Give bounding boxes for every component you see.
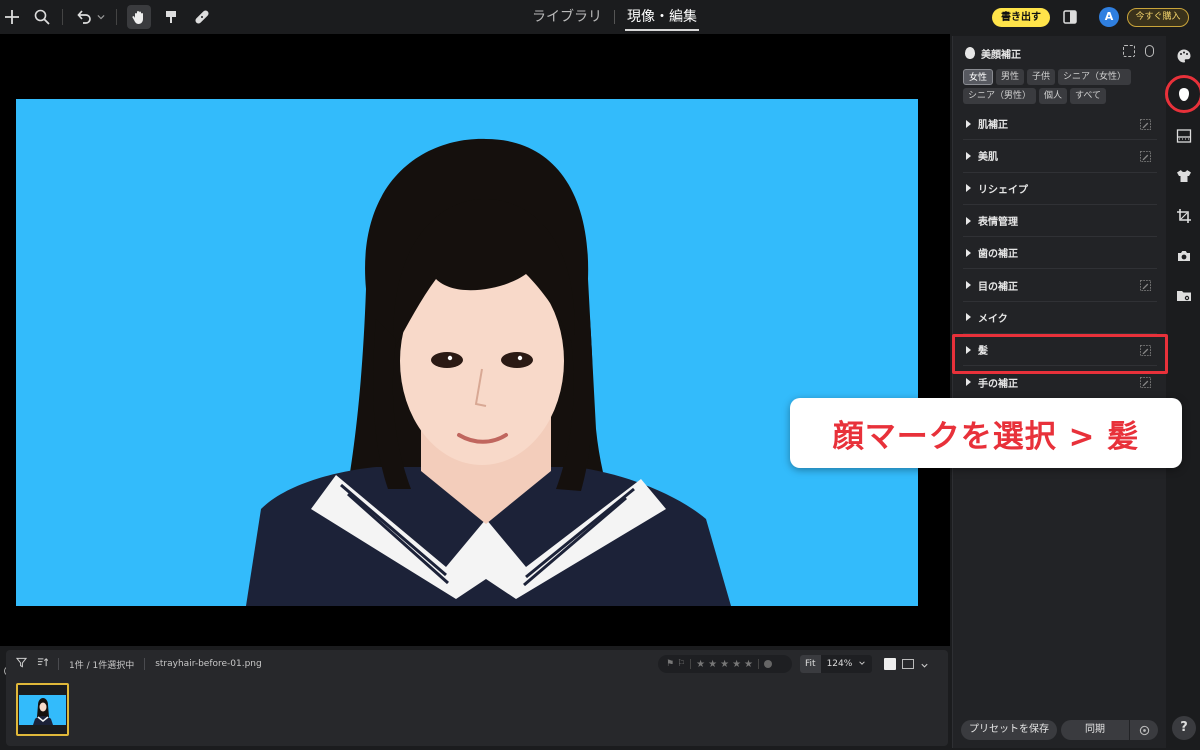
gradient-icon[interactable] — [1176, 128, 1192, 144]
star-icon[interactable]: ★ — [696, 659, 705, 670]
photo-preview[interactable] — [16, 99, 918, 606]
expand-triangle-icon — [966, 281, 971, 290]
hair-section-highlight — [952, 334, 1168, 374]
chip-child[interactable]: 子供 — [1027, 69, 1056, 85]
rating-flags: ⚑ ⚐ ★ ★ ★ ★ ★ — [658, 655, 792, 673]
panel-title: 美顔補正 — [981, 49, 1021, 61]
section-makeup[interactable]: メイク — [963, 302, 1157, 335]
selection-count: 1件 / 1件選択中 — [69, 660, 135, 671]
section-beautiful-skin[interactable]: 美肌 — [963, 140, 1157, 173]
star-icon[interactable]: ★ — [720, 659, 729, 670]
zoom-control: Fit 124% — [800, 655, 872, 673]
section-label: 歯の補正 — [978, 249, 1018, 261]
canvas-area — [0, 34, 950, 676]
preset-chips: 女性 男性 子供 シニア（女性） シニア（男性） 個人 すべて — [963, 69, 1159, 104]
expand-triangle-icon — [966, 216, 971, 225]
chip-male[interactable]: 男性 — [996, 69, 1025, 85]
chevron-down-icon[interactable] — [858, 659, 866, 670]
sync-settings-icon[interactable] — [1130, 720, 1158, 740]
panel-toggle-icon[interactable] — [1060, 7, 1080, 27]
expand-triangle-icon — [966, 119, 971, 128]
tab-develop-edit[interactable]: 現像・編集 — [615, 0, 709, 34]
star-icon[interactable]: ★ — [744, 659, 753, 670]
expand-triangle-icon — [966, 248, 971, 257]
section-label: 美肌 — [978, 152, 998, 164]
crop-icon[interactable] — [1176, 208, 1192, 224]
module-icon-strip — [1168, 36, 1200, 750]
toggle-icon[interactable] — [1145, 45, 1154, 57]
search-icon[interactable] — [32, 7, 52, 27]
face-icon — [965, 47, 975, 59]
expand-triangle-icon — [966, 313, 971, 322]
filmstrip-thumbnail[interactable] — [16, 683, 69, 736]
chip-senior-female[interactable]: シニア（女性） — [1058, 69, 1132, 85]
section-eyes[interactable]: 目の補正 — [963, 269, 1157, 302]
section-label: 肌補正 — [978, 120, 1008, 132]
edit-pen-icon[interactable] — [1140, 151, 1151, 163]
filter-icon[interactable] — [15, 657, 28, 671]
edit-pen-icon[interactable] — [1140, 280, 1151, 292]
chip-all[interactable]: すべて — [1070, 88, 1107, 104]
top-toolbar: ライブラリ 現像・編集 書き出す A 今すぐ購入 — [0, 0, 1200, 34]
panel-header: 美顔補正 — [965, 45, 1021, 61]
view-mode-controls — [884, 655, 942, 673]
chip-individual[interactable]: 個人 — [1039, 88, 1068, 104]
edit-pen-icon[interactable] — [1140, 119, 1151, 130]
expand-triangle-icon — [966, 151, 971, 160]
section-expression[interactable]: 表情管理 — [963, 205, 1157, 238]
section-label: 表情管理 — [978, 217, 1018, 229]
sort-icon[interactable] — [37, 657, 49, 671]
chevron-down-icon[interactable] — [94, 7, 108, 27]
section-label: メイク — [978, 313, 1008, 325]
single-view-icon[interactable] — [884, 658, 896, 670]
expand-triangle-icon — [966, 184, 971, 193]
filmstrip-left: 1件 / 1件選択中 strayhair-before-01.png — [15, 657, 262, 671]
folder-settings-icon[interactable] — [1176, 288, 1192, 304]
avatar[interactable]: A — [1099, 7, 1119, 27]
help-button[interactable]: ? — [1172, 716, 1196, 740]
clothing-icon[interactable] — [1176, 168, 1192, 184]
save-preset-button[interactable]: プリセットを保存 — [961, 720, 1057, 740]
zoom-level[interactable]: 124% — [821, 659, 859, 669]
instruction-callout: 顔マークを選択 > 髪 — [790, 398, 1182, 468]
hand-icon[interactable] — [127, 5, 151, 29]
brush-icon[interactable] — [161, 7, 181, 27]
beauty-panel: 美顔補正 女性 男性 子供 シニア（女性） シニア（男性） 個人 すべて 肌補正… — [952, 36, 1166, 748]
face-icon-highlight — [1165, 75, 1200, 113]
palette-icon[interactable] — [1176, 48, 1192, 64]
undo-icon[interactable] — [74, 7, 94, 27]
section-label: 目の補正 — [978, 281, 1018, 293]
camera-icon[interactable] — [1176, 248, 1192, 264]
panel-header-actions — [1123, 45, 1154, 57]
flag-icon[interactable]: ⚑ — [666, 659, 674, 669]
compare-view-icon[interactable] — [902, 659, 914, 669]
chip-female[interactable]: 女性 — [963, 69, 994, 85]
color-label-icon[interactable] — [764, 660, 772, 668]
chevron-down-icon[interactable] — [920, 655, 929, 674]
buy-now-button[interactable]: 今すぐ購入 — [1127, 8, 1189, 27]
expand-triangle-icon — [966, 378, 971, 387]
chip-senior-male[interactable]: シニア（男性） — [963, 88, 1037, 104]
face-detect-icon[interactable] — [1123, 45, 1135, 57]
plus-icon[interactable] — [2, 7, 22, 27]
sync-button[interactable]: 同期 — [1061, 720, 1129, 740]
section-label: リシェイプ — [978, 184, 1028, 196]
reject-flag-icon[interactable]: ⚐ — [677, 659, 685, 669]
panel-footer: プリセットを保存 同期 — [953, 712, 1167, 748]
file-name: strayhair-before-01.png — [155, 659, 262, 669]
bandage-icon[interactable] — [192, 7, 212, 27]
star-icon[interactable]: ★ — [708, 659, 717, 670]
section-reshape[interactable]: リシェイプ — [963, 173, 1157, 205]
mode-tabs: ライブラリ 現像・編集 — [520, 0, 709, 34]
edit-pen-icon[interactable] — [1140, 377, 1151, 389]
filmstrip-bar: 1件 / 1件選択中 strayhair-before-01.png ⚑ ⚐ ★… — [6, 650, 948, 746]
tab-library[interactable]: ライブラリ — [520, 0, 614, 34]
export-button[interactable]: 書き出す — [992, 8, 1050, 27]
star-icon[interactable]: ★ — [732, 659, 741, 670]
section-teeth[interactable]: 歯の補正 — [963, 237, 1157, 270]
callout-text: 顔マークを選択 > 髪 — [832, 418, 1140, 455]
zoom-fit-button[interactable]: Fit — [800, 655, 821, 673]
section-skin-correction[interactable]: 肌補正 — [963, 108, 1157, 141]
section-label: 手の補正 — [978, 378, 1018, 390]
